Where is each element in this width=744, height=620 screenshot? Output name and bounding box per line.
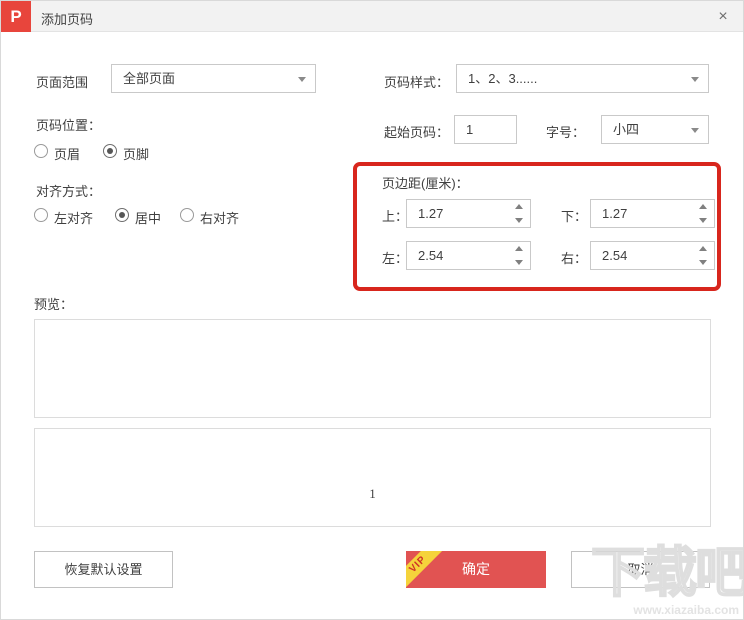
radio-header[interactable]: [34, 144, 48, 158]
radio-align-left-label[interactable]: 左对齐: [54, 208, 93, 227]
radio-footer[interactable]: [103, 144, 117, 158]
page-range-select[interactable]: 全部页面: [111, 64, 316, 93]
page-range-label: 页面范围: [36, 72, 88, 91]
add-page-number-dialog: P 添加页码 × 页面范围 全部页面 页码样式： 1、2、3...... 页码位…: [0, 0, 744, 620]
radio-header-label[interactable]: 页眉: [54, 144, 80, 163]
spin-down-icon[interactable]: [699, 260, 707, 265]
spin-down-icon[interactable]: [515, 218, 523, 223]
chevron-down-icon: [691, 128, 699, 133]
start-number-label: 起始页码：: [384, 122, 449, 141]
font-size-value: 小四: [613, 122, 639, 137]
radio-align-right[interactable]: [180, 208, 194, 222]
dialog-title: 添加页码: [41, 9, 93, 28]
number-style-label: 页码样式：: [384, 72, 449, 91]
watermark-url: www.xiazaiba.com: [633, 603, 739, 617]
margin-bottom-label: 下：: [561, 206, 587, 225]
start-number-input[interactable]: [454, 115, 517, 144]
app-logo-icon: P: [1, 1, 31, 32]
margin-left-label: 左：: [382, 248, 408, 267]
margin-left-spinner: [512, 243, 528, 268]
close-icon[interactable]: ×: [713, 7, 733, 27]
radio-align-left[interactable]: [34, 208, 48, 222]
radio-align-center[interactable]: [115, 208, 129, 222]
radio-align-center-label[interactable]: 居中: [135, 208, 161, 227]
ok-button[interactable]: VIP 确定: [406, 551, 546, 588]
radio-align-right-label[interactable]: 右对齐: [200, 208, 239, 227]
preview-footer-box: 1: [34, 428, 711, 527]
page-range-value: 全部页面: [123, 71, 175, 86]
spin-down-icon[interactable]: [699, 218, 707, 223]
spin-down-icon[interactable]: [515, 260, 523, 265]
font-size-select[interactable]: 小四: [601, 115, 709, 144]
position-label: 页码位置：: [36, 115, 101, 134]
margin-right-label: 右：: [561, 248, 587, 267]
margin-bottom-spinner: [696, 201, 712, 226]
ok-button-label: 确定: [462, 561, 490, 577]
cancel-button[interactable]: 取消: [571, 551, 710, 588]
preview-header-box: [34, 319, 711, 418]
restore-default-button[interactable]: 恢复默认设置: [34, 551, 173, 588]
title-bar: P 添加页码 ×: [1, 1, 743, 32]
spin-up-icon[interactable]: [699, 246, 707, 251]
font-size-label: 字号：: [546, 122, 585, 141]
chevron-down-icon: [298, 77, 306, 82]
chevron-down-icon: [691, 77, 699, 82]
alignment-label: 对齐方式：: [36, 181, 101, 200]
vip-badge: VIP: [406, 551, 446, 588]
spin-up-icon[interactable]: [515, 246, 523, 251]
number-style-select[interactable]: 1、2、3......: [456, 64, 709, 93]
preview-label: 预览：: [34, 294, 73, 313]
margins-label: 页边距(厘米)：: [382, 173, 469, 192]
margin-right-spinner: [696, 243, 712, 268]
number-style-value: 1、2、3......: [468, 71, 537, 86]
radio-footer-label[interactable]: 页脚: [123, 144, 149, 163]
spin-up-icon[interactable]: [699, 204, 707, 209]
preview-page-number: 1: [35, 486, 710, 502]
margin-top-label: 上：: [382, 206, 408, 225]
spin-up-icon[interactable]: [515, 204, 523, 209]
margin-top-spinner: [512, 201, 528, 226]
